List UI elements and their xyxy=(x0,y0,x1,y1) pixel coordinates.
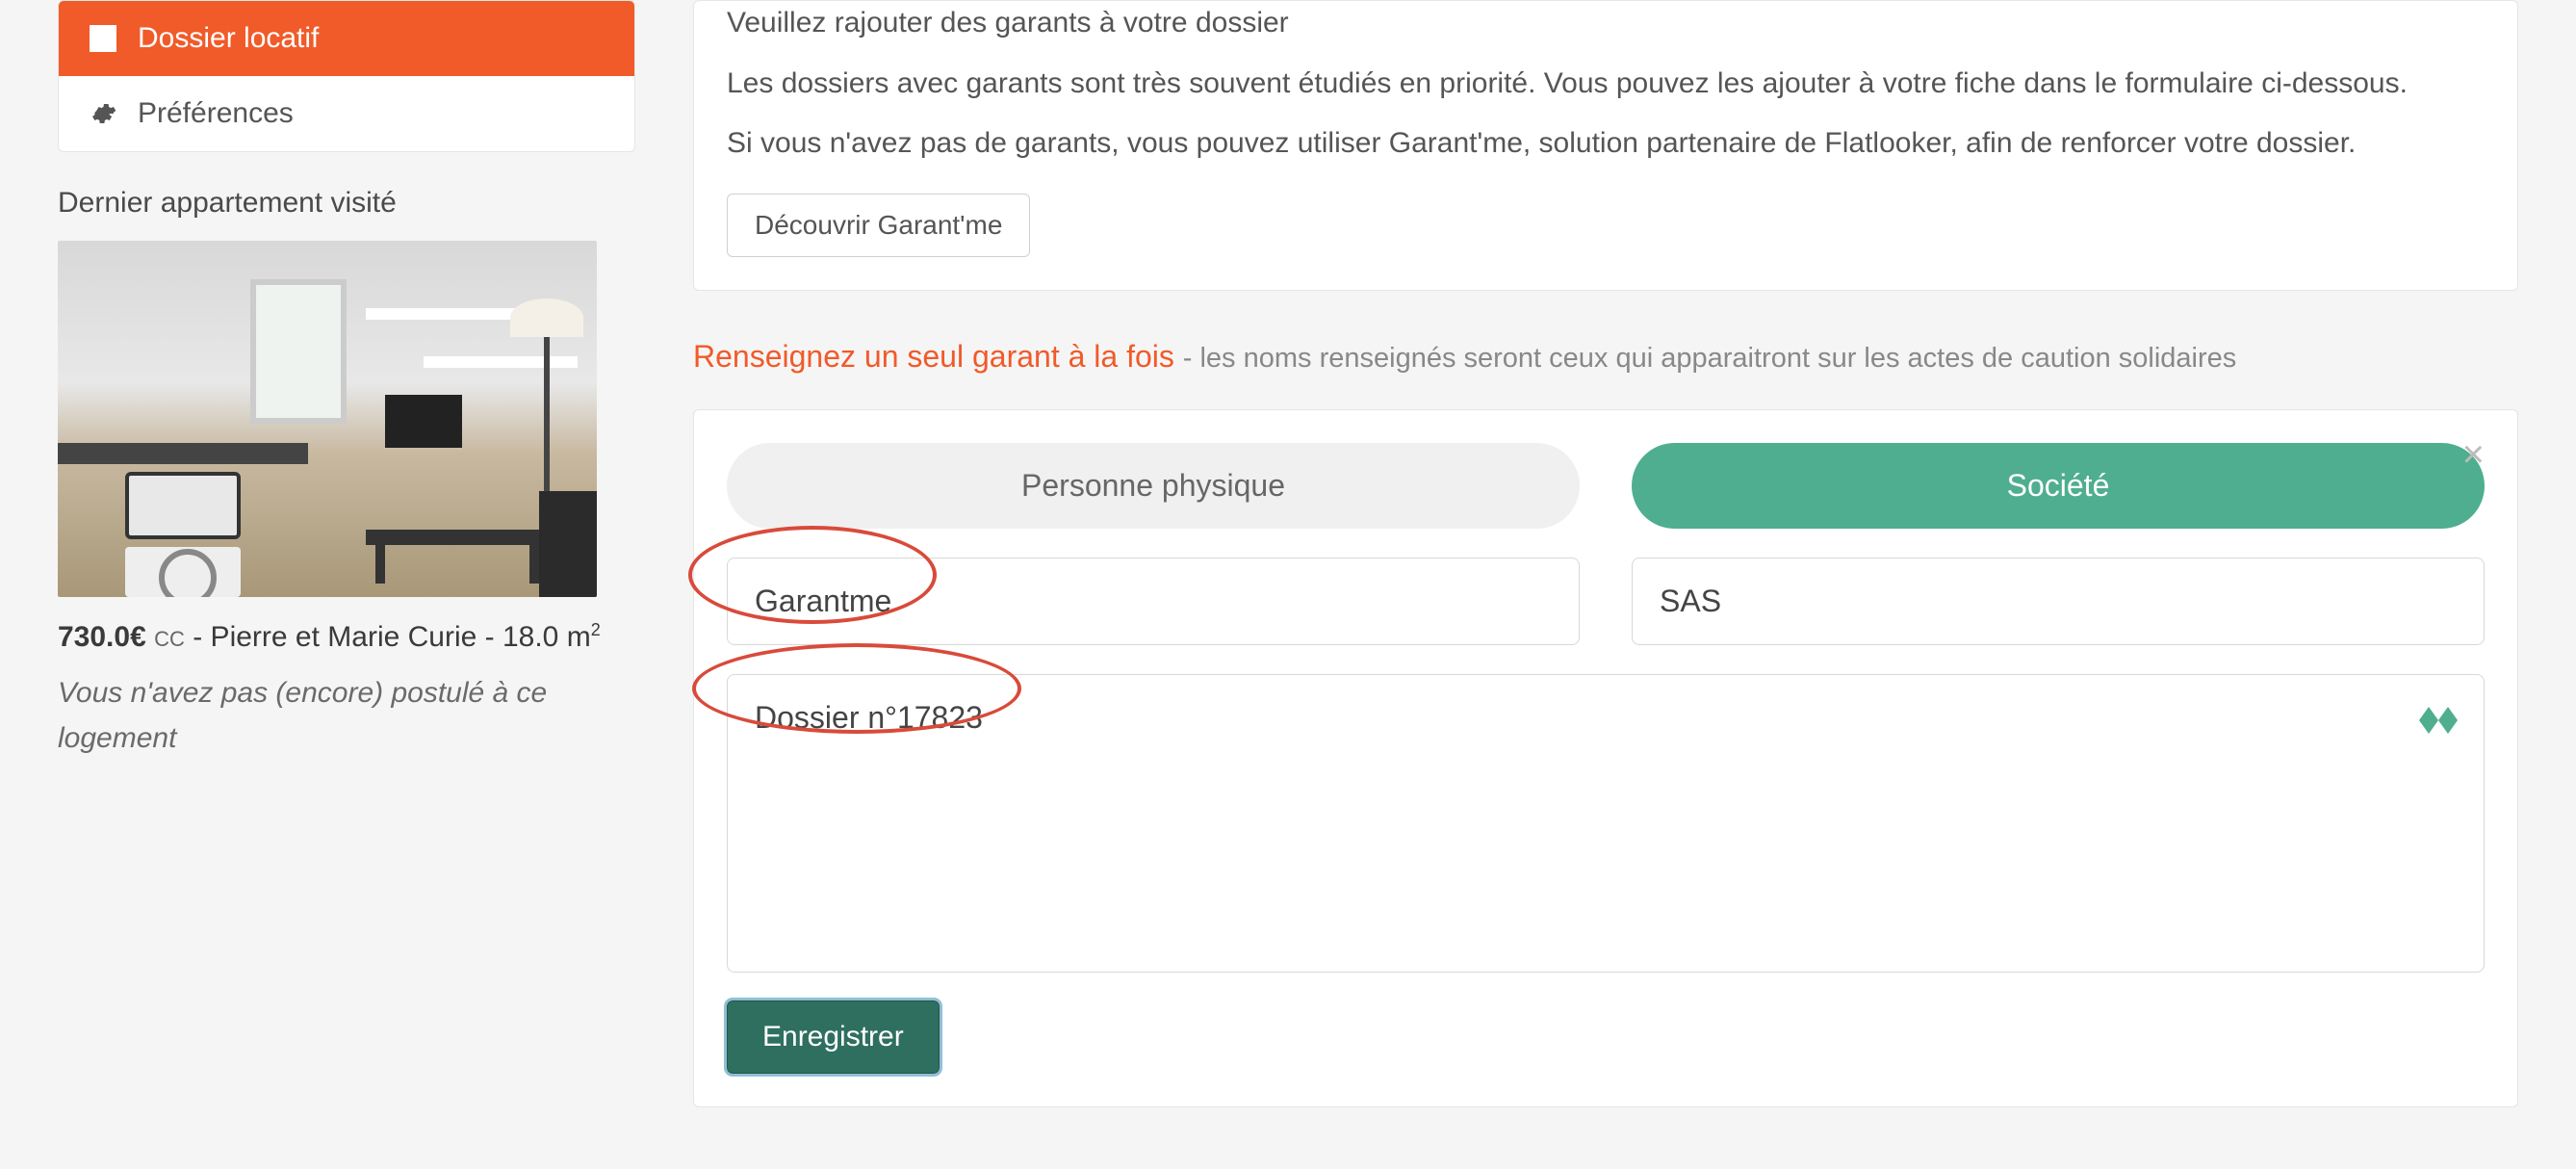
apartment-photo[interactable] xyxy=(58,241,597,597)
company-name-input[interactable] xyxy=(727,558,1580,645)
sidebar-nav: Dossier locatif Préférences xyxy=(58,0,635,152)
apartment-name: - Pierre et Marie Curie - 18.0 m xyxy=(193,621,590,653)
sidebar-item-label: Dossier locatif xyxy=(138,22,319,55)
section-heading: Renseignez un seul garant à la fois - le… xyxy=(693,339,2518,375)
apartment-price: 730.0€ xyxy=(58,621,146,653)
folder-icon xyxy=(90,25,116,52)
sidebar-item-label: Préférences xyxy=(138,97,294,130)
message-textarea[interactable] xyxy=(727,674,2485,973)
notice-line2: Les dossiers avec garants sont très souv… xyxy=(727,62,2485,107)
section-subtitle: - les noms renseignés seront ceux qui ap… xyxy=(1183,343,2237,374)
discover-garantme-button[interactable]: Découvrir Garant'me xyxy=(727,194,1030,257)
notice-line3: Si vous n'avez pas de garants, vous pouv… xyxy=(727,121,2485,167)
apartment-summary: 730.0€ CC - Pierre et Marie Curie - 18.0… xyxy=(58,620,635,654)
apartment-note: Vous n'avez pas (encore) postulé à ce lo… xyxy=(58,671,635,761)
last-visited-heading: Dernier appartement visité xyxy=(58,187,635,220)
apartment-sup: 2 xyxy=(591,620,601,639)
gear-icon xyxy=(90,100,116,127)
tab-personne-physique[interactable]: Personne physique xyxy=(727,443,1580,529)
guarantor-type-tabs: Personne physique Société xyxy=(727,443,2485,529)
guarantor-notice-card: Veuillez rajouter des garants à votre do… xyxy=(693,0,2518,291)
sidebar-item-dossier[interactable]: Dossier locatif xyxy=(59,1,634,76)
sidebar: Dossier locatif Préférences Dernier appa… xyxy=(58,0,635,1107)
close-icon[interactable]: × xyxy=(2462,435,2485,474)
company-type-input[interactable] xyxy=(1632,558,2485,645)
apartment-cc: CC xyxy=(154,627,185,651)
main-content: Veuillez rajouter des garants à votre do… xyxy=(693,0,2518,1107)
tab-societe[interactable]: Société xyxy=(1632,443,2485,529)
guarantor-form-card: × Personne physique Société Enregistrer xyxy=(693,409,2518,1107)
save-button[interactable]: Enregistrer xyxy=(727,1000,940,1074)
sidebar-item-preferences[interactable]: Préférences xyxy=(59,76,634,151)
notice-line1: Veuillez rajouter des garants à votre do… xyxy=(727,1,2485,46)
section-title: Renseignez un seul garant à la fois xyxy=(693,339,1174,374)
